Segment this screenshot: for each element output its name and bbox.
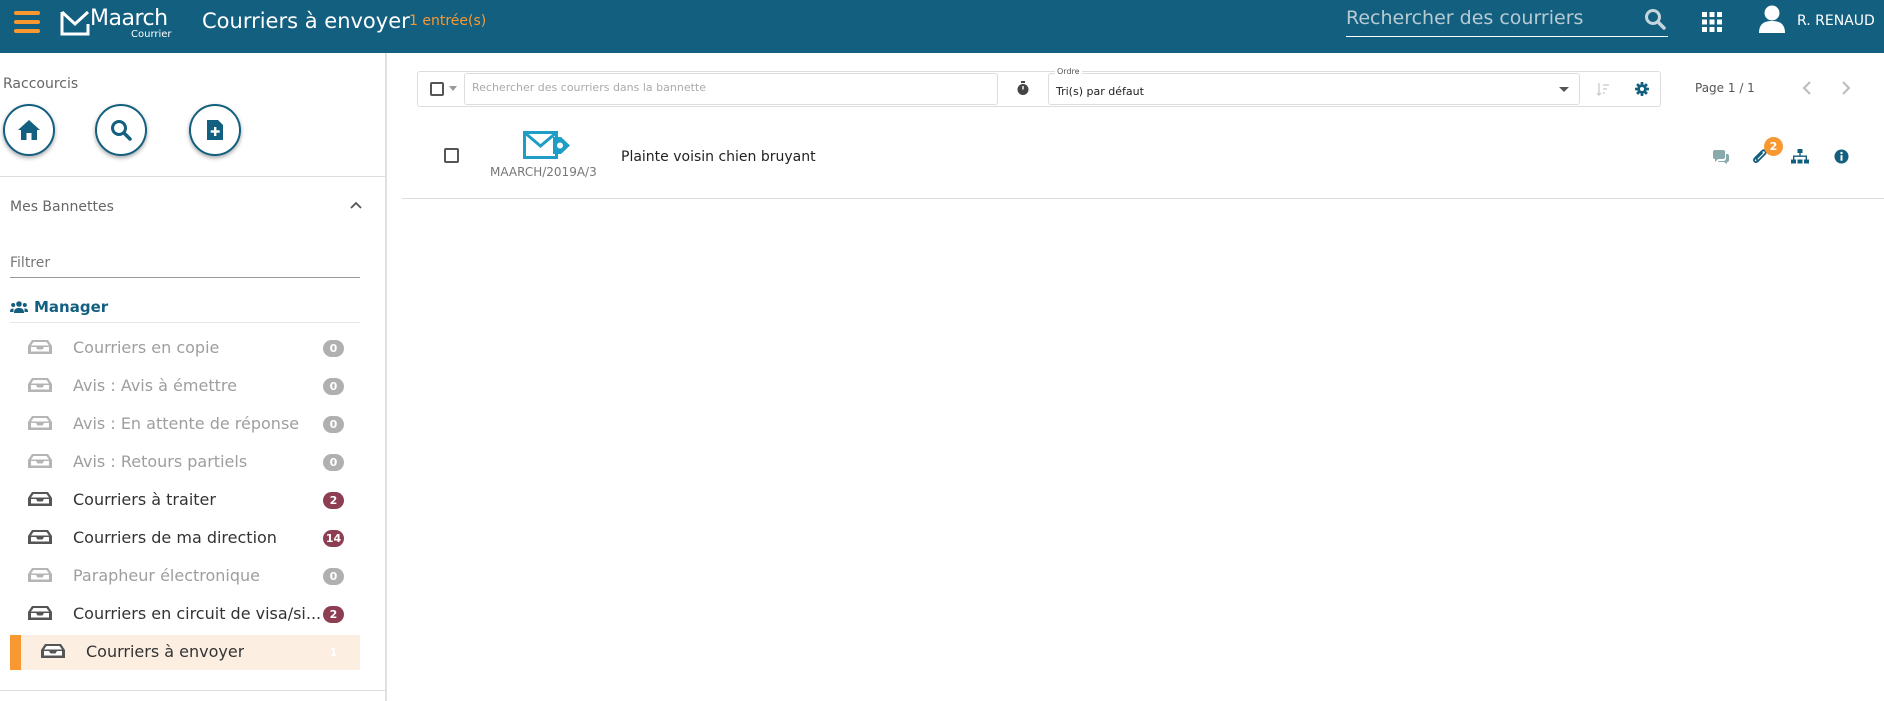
sidebar-item-basket[interactable]: Courriers de ma direction 14 [10,521,360,556]
sidebar: Raccourcis Mes Bannettes Filtrer Manager… [0,53,387,701]
sidebar-item-label: Avis : En attente de réponse [73,414,300,433]
sidebar-item-label: Courriers en circuit de visa/si... [73,604,322,623]
inbox-icon [28,416,52,430]
home-icon [18,120,40,140]
sidebar-item-label: Parapheur électronique [73,566,261,585]
sidebar-item-label: Courriers à traiter [73,490,216,509]
apps-grid-icon[interactable] [1702,12,1722,32]
entries-count: 1 entrée(s) [409,13,487,29]
count-badge: 2 [323,492,344,509]
count-badge: 0 [323,340,344,357]
logo-text: Maarch [90,6,168,31]
mail-reference: MAARCH/2019A/3 [490,165,597,179]
sidebar-item-basket[interactable]: Parapheur électronique 0 [10,559,360,594]
divider [0,690,385,691]
global-search [1346,4,1668,37]
chevron-left-icon[interactable] [1800,80,1814,96]
count-badge: 1 [329,646,338,659]
baskets-filter [10,251,360,278]
chevron-down-icon [1559,87,1569,92]
inbox-icon [28,378,52,392]
list-toolbar: Ordre Tri(s) par défaut [417,67,1661,107]
inbox-icon [28,492,52,506]
search-icon[interactable] [1644,8,1666,30]
inbox-icon [41,644,65,658]
attachments-count-badge: 2 [1764,137,1783,156]
user-icon[interactable] [1758,4,1786,34]
order-value: Tri(s) par défaut [1056,85,1144,98]
global-search-input[interactable] [1346,4,1626,32]
baskets-title: Mes Bannettes [10,199,114,215]
sidebar-item-basket[interactable]: Courriers à traiter 2 [10,483,360,518]
user-name[interactable]: R. RENAUD [1797,13,1875,29]
chevron-down-icon[interactable] [449,86,457,91]
users-icon [10,301,28,313]
gear-icon[interactable] [1635,82,1649,96]
select-all-checkbox[interactable] [430,82,444,96]
chevron-right-icon[interactable] [1839,80,1853,96]
group-label: Manager [34,298,109,316]
info-icon[interactable] [1834,149,1849,164]
divider [0,176,385,177]
menu-icon[interactable] [14,11,40,33]
count-badge: 0 [323,568,344,585]
sitemap-icon[interactable] [1791,149,1809,165]
notes-icon[interactable] [1712,149,1730,165]
count-badge: 2 [323,606,344,623]
sidebar-item-basket[interactable]: Courriers à envoyer 1 [10,635,360,670]
inbox-icon [28,454,52,468]
baskets-filter-input[interactable] [10,251,360,275]
shortcut-home-button[interactable] [3,104,55,156]
count-badge: 0 [323,416,344,433]
list-item[interactable]: MAARCH/2019A/3 Plainte voisin chien bruy… [402,115,1884,199]
sidebar-item-basket[interactable]: Avis : Avis à émettre 0 [10,369,360,404]
logo-icon [60,10,90,36]
basket-search-input[interactable] [472,81,972,94]
sidebar-item-label: Courriers de ma direction [73,528,277,547]
count-badge: 0 [323,454,344,471]
shortcut-new-document-button[interactable] [189,104,241,156]
inbox-icon [28,568,52,582]
order-label: Ordre [1055,67,1082,76]
sidebar-item-label: Avis : Avis à émettre [73,376,237,395]
search-icon [111,120,132,141]
shortcut-search-button[interactable] [95,104,147,156]
sidebar-item-label: Courriers à envoyer [86,642,245,661]
new-document-icon [207,120,223,140]
shortcuts-title: Raccourcis [3,76,79,92]
sidebar-item-basket[interactable]: Avis : En attente de réponse 0 [10,407,360,442]
count-badge: 0 [323,378,344,395]
outgoing-mail-icon [523,131,570,159]
sidebar-item-basket[interactable]: Courriers en circuit de visa/si... 2 [10,597,360,632]
mail-subject[interactable]: Plainte voisin chien bruyant [621,149,816,165]
logo-subtitle: Courrier [131,29,172,40]
page-info: Page 1 / 1 [1695,81,1755,95]
top-bar: Maarch Courrier Courriers à envoyer 1 en… [0,0,1884,53]
page-title: Courriers à envoyer [202,9,410,33]
sidebar-item-basket[interactable]: Avis : Retours partiels 0 [10,445,360,480]
count-badge: 14 [323,530,344,547]
row-checkbox[interactable] [444,148,459,163]
inbox-icon [28,530,52,544]
sidebar-item-basket[interactable]: Courriers en copie 0 [10,331,360,366]
inbox-icon [28,606,52,620]
logo[interactable]: Maarch Courrier [60,6,172,42]
basket-search [464,73,998,105]
inbox-icon [28,340,52,354]
group-header[interactable]: Manager [10,296,360,323]
chevron-up-icon[interactable] [348,198,364,214]
sort-direction-icon [1596,83,1609,96]
sidebar-item-label: Courriers en copie [73,338,220,357]
sidebar-item-label: Avis : Retours partiels [73,452,248,471]
order-select[interactable]: Ordre Tri(s) par défaut [1048,67,1580,105]
stopwatch-icon[interactable] [1016,81,1030,96]
